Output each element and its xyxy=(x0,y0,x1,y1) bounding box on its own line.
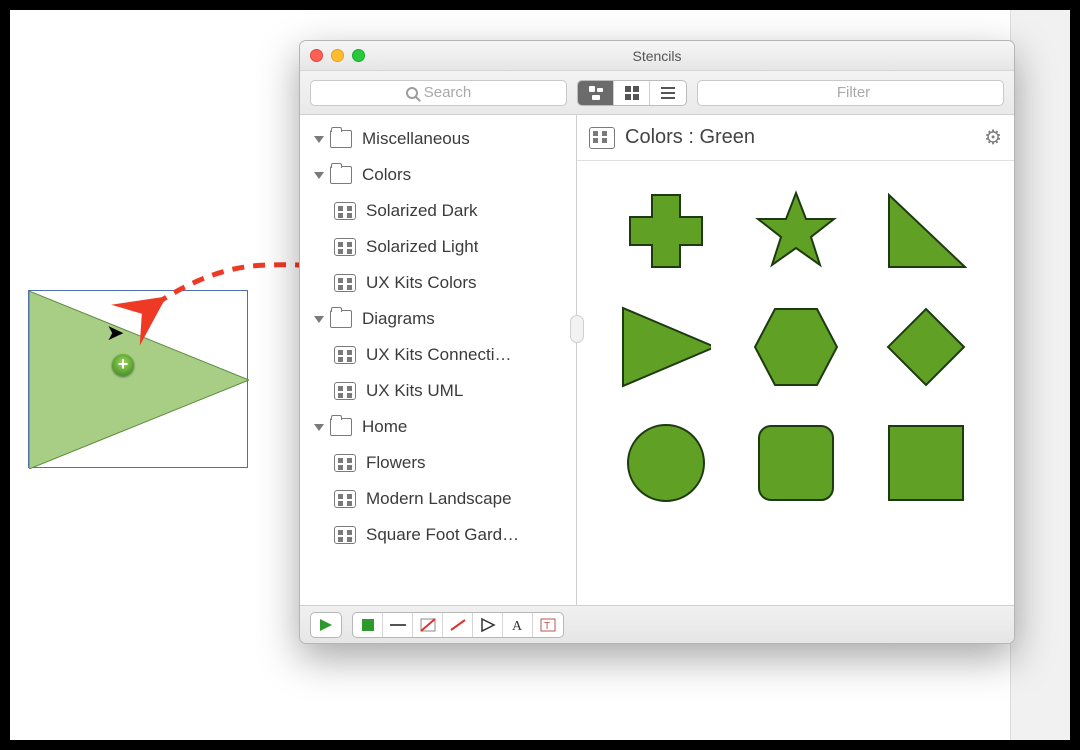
shape-plus[interactable] xyxy=(621,191,711,271)
svg-text:T: T xyxy=(544,621,550,632)
cursor-plus-badge-icon: + xyxy=(112,354,134,376)
folder-icon xyxy=(330,418,352,436)
tree-label: Home xyxy=(362,417,407,437)
view-mode-grid[interactable] xyxy=(614,81,650,105)
search-input[interactable]: Search xyxy=(310,80,567,106)
stencil-icon xyxy=(334,202,356,220)
search-placeholder: Search xyxy=(424,84,472,101)
tool-no-fill[interactable] xyxy=(413,613,443,637)
zoom-button[interactable] xyxy=(352,49,365,62)
tree-label: UX Kits Colors xyxy=(366,273,477,293)
window-body: Miscellaneous Colors Solarized Dark Sola… xyxy=(300,115,1014,605)
tree-label: Solarized Dark xyxy=(366,201,478,221)
close-button[interactable] xyxy=(310,49,323,62)
tool-fill[interactable] xyxy=(353,613,383,637)
shape-star[interactable] xyxy=(751,189,841,273)
cursor-arrow-icon: ➤ xyxy=(106,322,124,344)
stencil-icon xyxy=(589,127,615,149)
bottombar: A T xyxy=(300,605,1014,643)
tree-label: Diagrams xyxy=(362,309,435,329)
tree-label: Flowers xyxy=(366,453,426,473)
tree-label: Miscellaneous xyxy=(362,129,470,149)
disclosure-icon[interactable] xyxy=(314,136,324,143)
tree-folder-diagrams[interactable]: Diagrams xyxy=(300,301,576,337)
tree-label: Colors xyxy=(362,165,411,185)
inspector-panel-background xyxy=(1010,10,1070,740)
shape-hexagon[interactable] xyxy=(751,305,841,389)
tree-item-square-foot-gardening[interactable]: Square Foot Gard… xyxy=(300,517,576,553)
tree-label: Square Foot Gard… xyxy=(366,525,519,545)
stencil-icon xyxy=(334,346,356,364)
tool-text-box[interactable]: T xyxy=(533,613,563,637)
tool-segmented: A T xyxy=(352,612,564,638)
filter-input[interactable]: Filter xyxy=(697,80,1004,106)
disclosure-icon[interactable] xyxy=(314,172,324,179)
tree-item-solarized-dark[interactable]: Solarized Dark xyxy=(300,193,576,229)
stencil-content: Colors : Green ⚙ xyxy=(577,115,1014,605)
tool-text[interactable]: A xyxy=(503,613,533,637)
tree-item-flowers[interactable]: Flowers xyxy=(300,445,576,481)
shape-triangle[interactable] xyxy=(621,306,711,388)
tree-item-modern-landscape[interactable]: Modern Landscape xyxy=(300,481,576,517)
tree-label: Solarized Light xyxy=(366,237,478,257)
tree-label: UX Kits UML xyxy=(366,381,463,401)
titlebar[interactable]: Stencils xyxy=(300,41,1014,71)
view-mode-segmented xyxy=(577,80,687,106)
shape-grid xyxy=(577,161,1014,533)
shape-square[interactable] xyxy=(881,422,971,504)
stencils-window: Stencils Search Filter xyxy=(299,40,1015,644)
folder-icon xyxy=(330,166,352,184)
tree-folder-home[interactable]: Home xyxy=(300,409,576,445)
stencil-icon xyxy=(334,490,356,508)
tool-line[interactable] xyxy=(443,613,473,637)
shape-rounded-square[interactable] xyxy=(751,422,841,504)
minimize-button[interactable] xyxy=(331,49,344,62)
sidebar-resize-handle[interactable] xyxy=(570,315,584,343)
tool-shape[interactable] xyxy=(473,613,503,637)
shape-circle[interactable] xyxy=(621,421,711,505)
tree-label: Modern Landscape xyxy=(366,489,512,509)
content-title: Colors : Green xyxy=(625,126,755,149)
view-mode-hierarchy[interactable] xyxy=(578,81,614,105)
shape-right-triangle[interactable] xyxy=(881,191,971,271)
disclosure-icon[interactable] xyxy=(314,424,324,431)
traffic-lights xyxy=(300,49,365,62)
stencil-icon xyxy=(334,274,356,292)
drop-target-preview xyxy=(28,290,248,468)
stencil-icon xyxy=(334,382,356,400)
folder-icon xyxy=(330,310,352,328)
stencil-icon xyxy=(334,526,356,544)
stencil-icon xyxy=(334,238,356,256)
folder-icon xyxy=(330,130,352,148)
tree-label: UX Kits Connecti… xyxy=(366,345,512,365)
tree-item-ux-kits-connections[interactable]: UX Kits Connecti… xyxy=(300,337,576,373)
tree-folder-miscellaneous[interactable]: Miscellaneous xyxy=(300,121,576,157)
shape-diamond[interactable] xyxy=(881,305,971,389)
new-stencil-button[interactable] xyxy=(310,612,342,638)
content-header: Colors : Green ⚙ xyxy=(577,115,1014,161)
toolbar: Search Filter xyxy=(300,71,1014,115)
window-title: Stencils xyxy=(632,48,681,64)
view-mode-list[interactable] xyxy=(650,81,686,105)
tool-stroke[interactable] xyxy=(383,613,413,637)
tree-item-ux-kits-colors[interactable]: UX Kits Colors xyxy=(300,265,576,301)
tree-item-ux-kits-uml[interactable]: UX Kits UML xyxy=(300,373,576,409)
tree-folder-colors[interactable]: Colors xyxy=(300,157,576,193)
disclosure-icon[interactable] xyxy=(314,316,324,323)
svg-text:A: A xyxy=(512,619,523,633)
stencil-tree[interactable]: Miscellaneous Colors Solarized Dark Sola… xyxy=(300,115,577,605)
tree-item-solarized-light[interactable]: Solarized Light xyxy=(300,229,576,265)
stencil-icon xyxy=(334,454,356,472)
search-icon xyxy=(406,87,418,99)
gear-icon[interactable]: ⚙ xyxy=(984,125,1002,150)
filter-placeholder: Filter xyxy=(837,84,870,101)
